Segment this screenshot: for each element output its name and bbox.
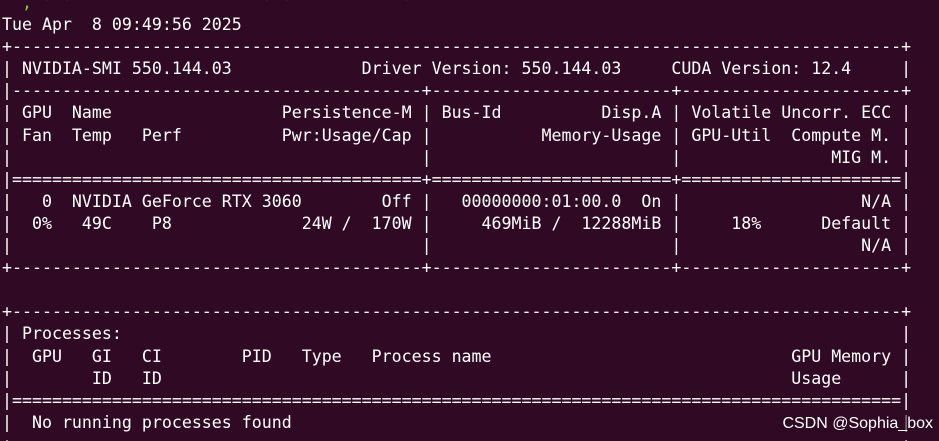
table-separator: |---------------------------------------… (2, 81, 912, 101)
gpu-header-line-1: | GPU Name Persistence-M | Bus-Id Disp.A… (2, 103, 912, 123)
gpu-header-line-2: | Fan Temp Perf Pwr:Usage/Cap | Memory-U… (2, 125, 912, 145)
table-double-separator: |=======================================… (2, 169, 912, 189)
processes-header-line-1: | GPU GI CI PID Type Process name GPU Me… (2, 346, 912, 366)
processes-title-line: | Processes: | (2, 324, 912, 344)
watermark-text: CSDN @Sophia_box (780, 415, 935, 433)
gpu-header-line-3: | | | MIG M. | (2, 147, 912, 167)
table-bottom-border: +---------------------------------------… (2, 258, 912, 278)
previous-command-line: , ' ' ` ` ` ` ' ' ' (2, 0, 412, 12)
gpu-row-line-1: | 0 NVIDIA GeForce RTX 3060 Off | 000000… (2, 191, 912, 211)
processes-top-border: +---------------------------------------… (2, 302, 912, 322)
timestamp-line: Tue Apr 8 09:49:56 2025 (2, 15, 242, 35)
version-info-line: | NVIDIA-SMI 550.144.03 Driver Version: … (2, 59, 912, 79)
processes-bottom-border: +---------------------------------------… (2, 434, 939, 441)
processes-double-separator: |=======================================… (2, 390, 912, 410)
gpu-row-line-3: | | | N/A | (2, 236, 912, 256)
gpu-row-line-2: | 0% 49C P8 24W / 170W | 469MiB / 12288M… (2, 213, 912, 233)
terminal-output: , ' ' ` ` ` ` ' ' ' Tue Apr 8 09:49:56 20… (0, 0, 939, 441)
table-top-border: +---------------------------------------… (2, 37, 912, 57)
processes-header-line-2: | ID ID Usage | (2, 368, 912, 388)
terminal-window[interactable]: , ' ' ` ` ` ` ' ' ' Tue Apr 8 09:49:56 20… (0, 0, 939, 441)
